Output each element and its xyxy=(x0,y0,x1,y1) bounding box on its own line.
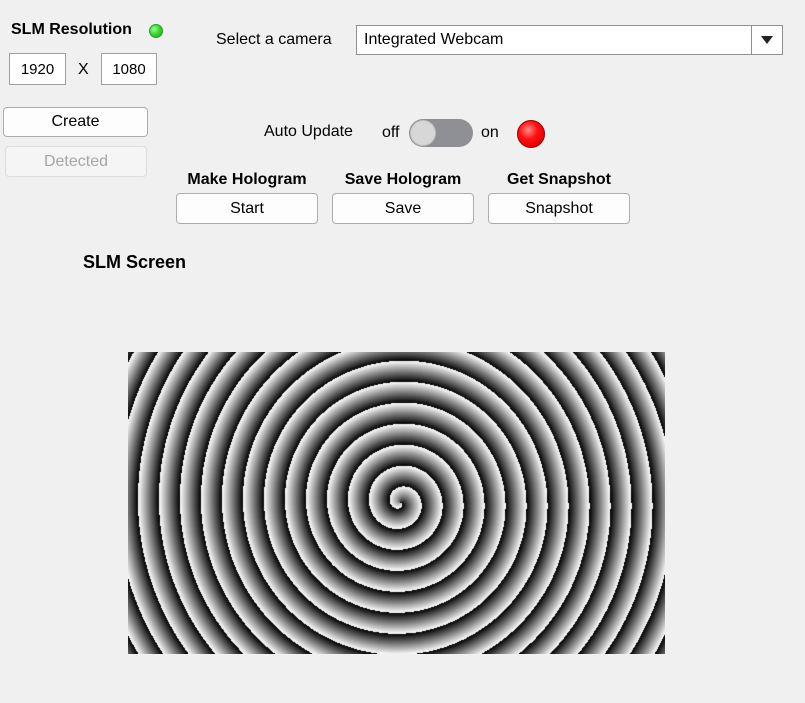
auto-update-label: Auto Update xyxy=(264,123,353,140)
start-button[interactable]: Start xyxy=(176,193,318,224)
resolution-separator: X xyxy=(78,61,89,78)
slm-resolution-title: SLM Resolution xyxy=(11,21,132,38)
slm-screen-title: SLM Screen xyxy=(83,252,187,272)
slm-height-field[interactable]: 1080 xyxy=(101,53,157,85)
create-button[interactable]: Create xyxy=(3,107,148,137)
save-button[interactable]: Save xyxy=(332,193,474,224)
detected-button[interactable]: Detected xyxy=(5,146,147,177)
toggle-knob[interactable] xyxy=(410,120,436,146)
save-hologram-title: Save Hologram xyxy=(344,171,462,188)
slm-status-lamp xyxy=(149,24,163,38)
auto-update-toggle[interactable] xyxy=(409,119,473,147)
make-hologram-title: Make Hologram xyxy=(187,171,307,188)
hologram-image xyxy=(128,352,665,654)
camera-select-dropdown-button[interactable] xyxy=(751,26,782,54)
chevron-down-icon xyxy=(761,36,773,44)
slm-width-field[interactable]: 1920 xyxy=(9,53,66,85)
camera-select[interactable]: Integrated Webcam xyxy=(356,25,783,55)
auto-update-lamp xyxy=(517,120,545,148)
camera-select-value: Integrated Webcam xyxy=(364,31,504,48)
toggle-off-label: off xyxy=(382,124,400,141)
toggle-on-label: on xyxy=(481,124,499,141)
get-snapshot-title: Get Snapshot xyxy=(506,171,611,188)
snapshot-button[interactable]: Snapshot xyxy=(488,193,630,224)
camera-select-label: Select a camera xyxy=(216,31,332,48)
